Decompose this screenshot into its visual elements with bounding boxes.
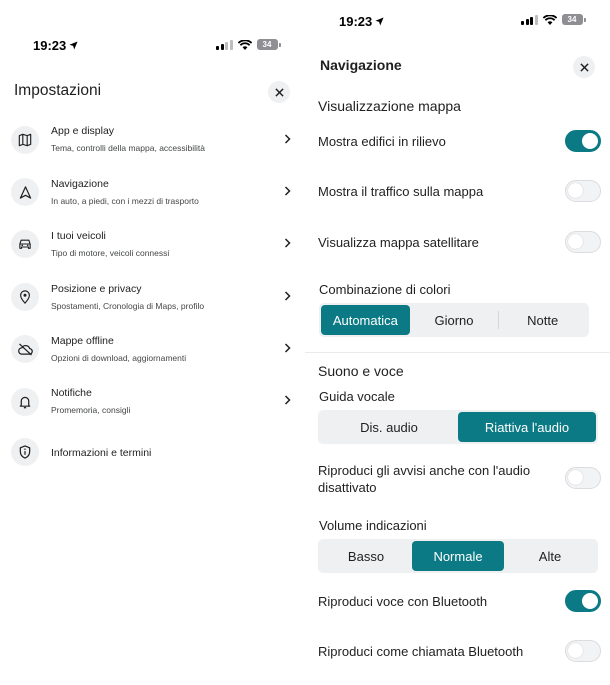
menu-item-posizione-privacy[interactable]: Posizione e privacy Spostamenti, Cronolo… — [0, 271, 300, 323]
toggle-knob — [568, 234, 583, 249]
bell-icon — [19, 396, 31, 409]
volume-label: Volume indicazioni — [319, 518, 427, 533]
toggle-label-alerts: Riproduci gli avvisi anche con l'audio d… — [318, 463, 531, 495]
color-scheme-option-notte[interactable]: Notte — [498, 305, 587, 335]
menu-item-veicoli[interactable]: I tuoi veicoli Tipo di motore, veicoli c… — [0, 218, 300, 270]
toggle-knob — [568, 643, 583, 658]
status-icons: 34 — [521, 14, 586, 25]
menu-item-mappe-offline[interactable]: Mappe offline Opzioni di download, aggio… — [0, 323, 300, 375]
close-icon — [274, 87, 284, 97]
color-scheme-option-automatica[interactable]: Automatica — [321, 305, 410, 335]
menu-icon-wrap — [11, 438, 39, 466]
location-pin-icon — [20, 290, 30, 304]
voice-option-unmute[interactable]: Riattiva l'audio — [458, 412, 596, 442]
voice-guide-selector: Dis. audio Riattiva l'audio — [318, 410, 598, 444]
location-arrow-icon — [69, 41, 78, 50]
toggle-alerts-when-muted[interactable] — [565, 467, 601, 489]
status-bar: 19:23 34 — [0, 0, 300, 53]
wifi-icon — [542, 14, 557, 25]
chevron-right-icon — [284, 134, 291, 144]
status-icons: 34 — [216, 39, 281, 50]
map-icon — [18, 133, 32, 147]
battery-icon: 34 — [561, 14, 586, 25]
toggle-bluetooth-voice[interactable] — [565, 590, 601, 612]
status-time: 19:23 — [33, 38, 78, 53]
menu-sub: Tema, controlli della mappa, accessibili… — [51, 143, 206, 153]
chevron-right-icon — [284, 291, 291, 301]
toggle-knob — [582, 132, 598, 149]
menu-icon-wrap — [11, 178, 39, 206]
toggle-label-bluetooth-voice: Riproduci voce con Bluetooth — [318, 594, 488, 609]
menu-icon-wrap — [11, 283, 39, 311]
status-bar: 19:23 34 — [305, 0, 610, 40]
toggle-bluetooth-call[interactable] — [565, 640, 601, 662]
chevron-right-icon — [284, 186, 291, 196]
navigation-arrow-icon — [19, 185, 31, 199]
menu-label: Mappe offline — [51, 335, 114, 347]
menu-label: Posizione e privacy — [51, 283, 142, 295]
signal-icon — [521, 14, 538, 25]
volume-option-alte[interactable]: Alte — [504, 541, 596, 571]
navigation-settings-panel: 19:23 34 Navigazione Visualizzazione map… — [305, 0, 610, 685]
chevron-right-icon — [284, 238, 291, 248]
menu-sub: Opzioni di download, aggiornamenti — [51, 353, 187, 363]
menu-item-notifiche[interactable]: Notifiche Promemoria, consigli — [0, 375, 300, 427]
menu-item-app-display[interactable]: App e display Tema, controlli della mapp… — [0, 113, 300, 165]
toggle-label-satellite: Visualizza mappa satellitare — [318, 235, 479, 250]
volume-option-basso[interactable]: Basso — [320, 541, 412, 571]
color-scheme-option-giorno[interactable]: Giorno — [410, 305, 499, 335]
menu-label: App e display — [51, 125, 115, 137]
toggle-label-traffic: Mostra il traffico sulla mappa — [318, 184, 484, 199]
page-title: Navigazione — [320, 57, 402, 73]
close-icon — [579, 62, 589, 72]
color-scheme-label: Combinazione di colori — [319, 282, 451, 297]
toggle-knob — [568, 470, 583, 485]
section-heading-map: Visualizzazione mappa — [318, 98, 461, 114]
menu-icon-wrap — [11, 335, 39, 363]
menu-label: I tuoi veicoli — [51, 230, 106, 242]
voice-option-mute[interactable]: Dis. audio — [320, 412, 458, 442]
menu-label: Notifiche — [51, 387, 92, 399]
menu-icon-wrap — [11, 126, 39, 154]
menu-sub: Tipo di motore, veicoli connessi — [51, 248, 170, 258]
toggle-label-bluetooth-call: Riproduci come chiamata Bluetooth — [318, 644, 524, 659]
chevron-right-icon — [284, 395, 291, 405]
toggle-3d-buildings[interactable] — [565, 130, 601, 152]
volume-option-normale[interactable]: Normale — [412, 541, 504, 571]
page-title: Impostazioni — [14, 82, 102, 99]
section-divider — [305, 352, 610, 353]
close-button[interactable] — [573, 56, 595, 78]
car-icon — [19, 239, 31, 249]
battery-icon: 34 — [256, 39, 281, 50]
menu-sub: Promemoria, consigli — [51, 405, 131, 415]
info-shield-icon — [19, 445, 31, 459]
settings-panel: 19:23 34 Impostazioni App e display Tema… — [0, 0, 300, 685]
status-time: 19:23 — [339, 14, 384, 29]
volume-selector: Basso Normale Alte — [318, 539, 598, 573]
toggle-traffic[interactable] — [565, 180, 601, 202]
location-arrow-icon — [375, 17, 384, 26]
close-button[interactable] — [268, 81, 290, 103]
wifi-icon — [237, 39, 252, 50]
menu-label: Navigazione — [51, 178, 109, 190]
menu-sub: Spostamenti, Cronologia di Maps, profilo — [51, 301, 205, 311]
toggle-knob — [568, 183, 583, 198]
menu-item-informazioni-termini[interactable]: Informazioni e termini — [0, 426, 300, 478]
voice-guide-label: Guida vocale — [319, 389, 395, 404]
cloud-off-icon — [17, 342, 33, 356]
toggle-label-buildings: Mostra edifici in rilievo — [318, 134, 446, 149]
signal-icon — [216, 39, 233, 50]
menu-item-navigazione[interactable]: Navigazione In auto, a piedi, con i mezz… — [0, 166, 300, 218]
chevron-right-icon — [284, 343, 291, 353]
menu-icon-wrap — [11, 388, 39, 416]
toggle-knob — [582, 592, 598, 609]
menu-label: Informazioni e termini — [51, 447, 152, 459]
section-heading-sound: Suono e voce — [318, 363, 404, 379]
menu-icon-wrap — [11, 230, 39, 258]
menu-sub: In auto, a piedi, con i mezzi di traspor… — [51, 196, 199, 206]
toggle-satellite[interactable] — [565, 231, 601, 253]
color-scheme-selector: Automatica Giorno Notte — [319, 303, 589, 337]
